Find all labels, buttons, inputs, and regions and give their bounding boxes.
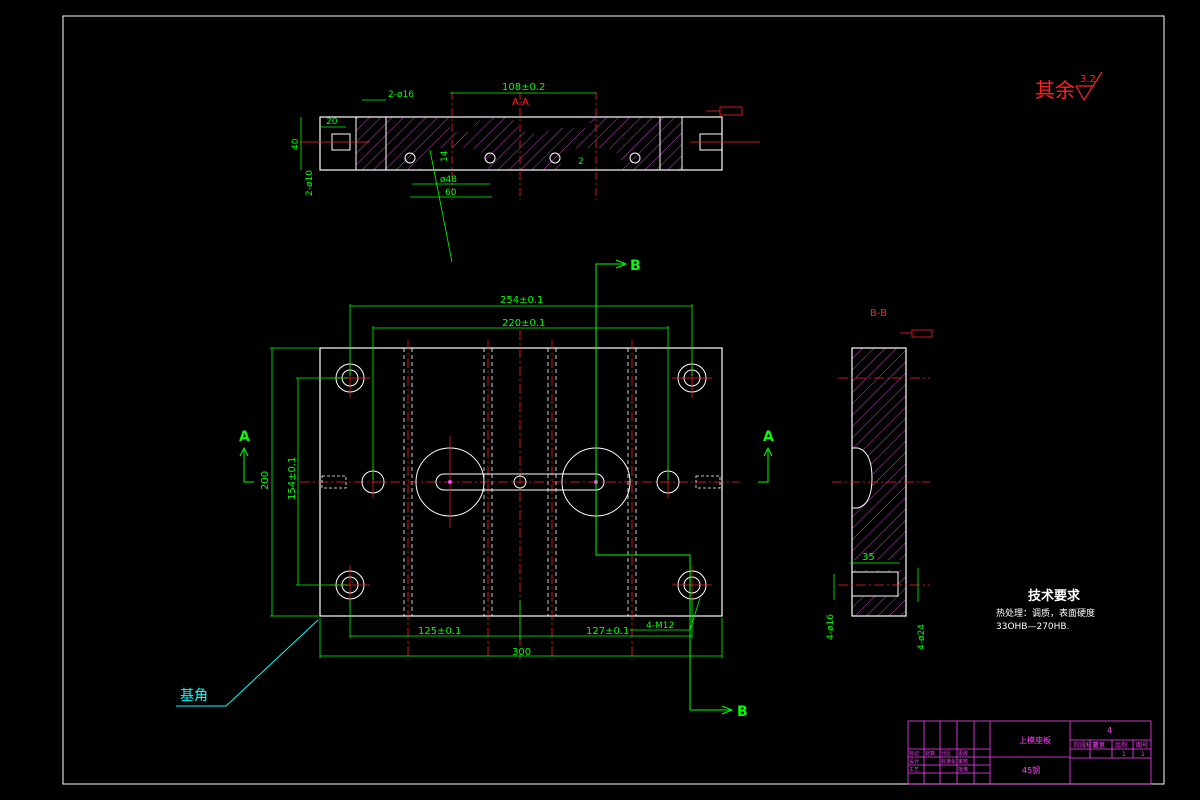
dim-r2: 2 — [578, 157, 584, 167]
title-sheet-no: 4 — [1107, 726, 1112, 735]
title-header-1: 重量 — [1093, 741, 1105, 749]
title-row2-2: 审核 — [958, 758, 968, 765]
title-row-0: 标记 — [909, 750, 919, 757]
dim-154: 154±0.1 — [287, 457, 298, 500]
dim-40: 40 — [291, 138, 301, 150]
title-row2-3: 工艺 — [909, 767, 919, 773]
thread-note: 4-M12 — [646, 621, 674, 631]
dim-2-d10: 2-ø10 — [305, 170, 315, 196]
title-material: 45钢 — [1022, 765, 1040, 775]
dim-20: 20 — [326, 117, 338, 127]
title-scale: 1 — [1141, 751, 1145, 758]
cut-b-bottom: B — [737, 704, 748, 720]
dim-35: 35 — [862, 552, 875, 563]
cad-drawing-canvas: 其余 3.2 A-A 108±0.2 2-ø16 20 40 2-ø10 ø48… — [62, 15, 1165, 785]
title-row-2: 分区 — [941, 750, 951, 757]
title-row2-1: 标准化 — [941, 758, 956, 765]
dim-bb-right: 4-ø24 — [917, 624, 927, 650]
section-bb-title: B-B — [870, 308, 887, 319]
title-header-2: 比例 — [1115, 741, 1127, 749]
title-header-3: 图号 — [1136, 742, 1148, 749]
dim-127: 127±0.1 — [586, 626, 629, 637]
dim-125: 125±0.1 — [418, 626, 461, 637]
dim-d48: ø48 — [440, 175, 457, 185]
tech-requirements: 技术要求 热处理：调质，表面硬度 33OHB—270HB. — [996, 588, 1095, 632]
cut-a-right: A — [763, 429, 774, 445]
surface-finish-note: 其余 3.2 — [1035, 71, 1103, 102]
dim-200: 200 — [260, 471, 271, 490]
tech-line-1: 热处理：调质，表面硬度 — [996, 607, 1095, 619]
plan-view: 254±0.1 220±0.1 200 154±0.1 125±0.1 127±… — [176, 258, 774, 720]
cut-a-left: A — [239, 429, 250, 445]
dim-108: 108±0.2 — [502, 82, 545, 93]
dim-bb-left: 4-ø16 — [826, 614, 836, 640]
section-aa-title: A-A — [512, 97, 529, 108]
datum-label: 基角 — [180, 687, 208, 704]
title-row-3: 更改 — [958, 750, 968, 757]
surface-finish-value: 3.2 — [1080, 74, 1096, 85]
section-bb-view: B-B 35 4-ø16 4-ø24 — [826, 308, 933, 650]
corner-holes — [335, 363, 707, 600]
title-row2-0: 设计 — [909, 758, 919, 765]
title-row2-4: 批准 — [958, 766, 968, 773]
dim-2-d16: 2-ø16 — [388, 90, 414, 100]
tech-heading: 技术要求 — [1028, 588, 1081, 604]
title-qty: 1 — [1122, 751, 1126, 758]
dim-254: 254±0.1 — [500, 295, 543, 306]
section-aa-view: A-A 108±0.2 2-ø16 20 40 2-ø10 ø48 60 14 … — [291, 82, 760, 263]
cut-b-top: B — [630, 258, 641, 274]
dim-300: 300 — [512, 647, 531, 658]
tech-line-2: 33OHB—270HB. — [996, 622, 1069, 632]
dim-14: 14 — [440, 150, 450, 162]
surface-finish-text: 其余 — [1035, 78, 1075, 102]
dim-60: 60 — [445, 188, 457, 198]
dim-220: 220±0.1 — [502, 318, 545, 329]
title-row-1: 处数 — [925, 750, 935, 757]
title-part-name: 上模座板 — [1019, 735, 1051, 745]
